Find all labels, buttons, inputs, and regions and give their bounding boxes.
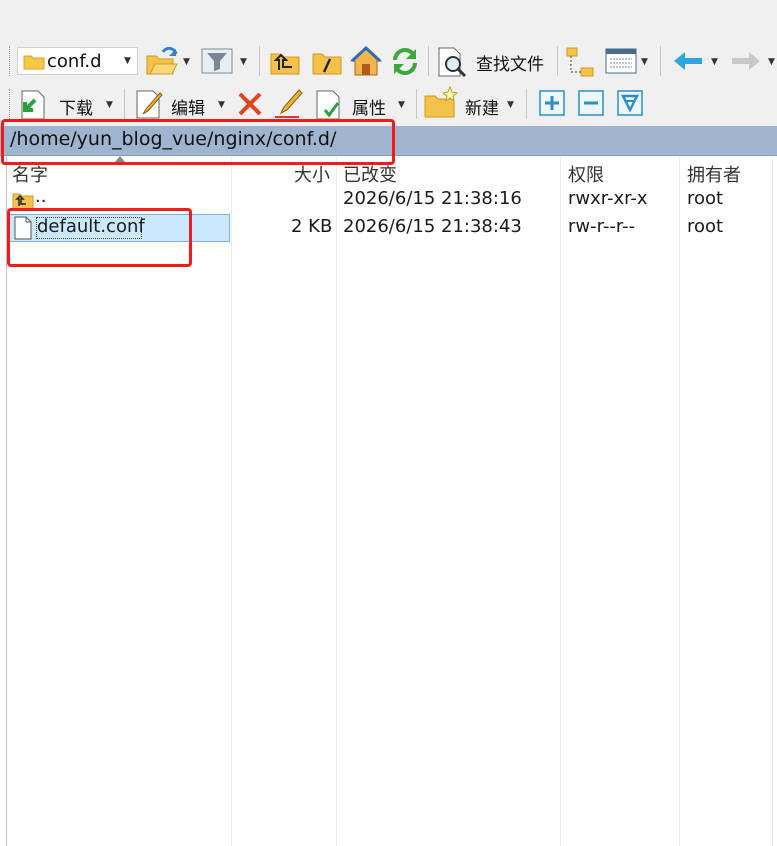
file-highlight-annotation [7, 208, 192, 267]
column-divider [679, 156, 680, 846]
column-divider [336, 156, 337, 846]
chevron-down-icon[interactable]: ▼ [711, 57, 718, 67]
chevron-down-icon[interactable]: ▼ [183, 57, 190, 67]
file-size: 2 KB [291, 216, 333, 237]
toolbar-separator [259, 46, 260, 76]
toolbar-separator [428, 46, 429, 76]
view-list-icon[interactable] [605, 48, 637, 74]
file-owner: root [687, 188, 724, 209]
edit-icon [136, 90, 163, 119]
toolbar-grip[interactable] [9, 89, 12, 119]
open-folder-refresh-icon[interactable] [145, 46, 179, 76]
toolbar-separator [557, 46, 558, 76]
download-icon [21, 90, 45, 120]
rename-icon[interactable] [272, 87, 304, 119]
edit-label: 编辑 [171, 99, 205, 119]
chevron-down-icon[interactable]: ▼ [240, 57, 247, 67]
refresh-icon[interactable] [389, 46, 421, 76]
parent-folder-icon [12, 193, 34, 210]
file-name: .. [35, 186, 47, 207]
find-files-icon [438, 47, 467, 78]
column-header-owner[interactable]: 拥有者 [687, 161, 741, 187]
edit-button[interactable]: 编辑 ▼ [134, 86, 230, 122]
column-header-permissions[interactable]: 权限 [568, 161, 604, 187]
download-label: 下载 [59, 99, 93, 119]
new-folder-icon [424, 86, 459, 118]
folder-combo[interactable]: conf.d ▼ [17, 47, 138, 75]
file-permissions: rwxr-xr-x [568, 188, 648, 209]
column-divider [772, 156, 773, 846]
download-button[interactable]: 下载 ▼ [17, 86, 117, 122]
properties-label: 属性 [352, 99, 386, 119]
column-divider [231, 156, 232, 846]
window-top-area [0, 0, 777, 40]
toolbar-separator [416, 89, 417, 119]
back-arrow-icon[interactable] [672, 50, 704, 72]
file-owner: root [687, 216, 724, 237]
directory-tree-icon[interactable] [565, 46, 597, 78]
chevron-down-icon[interactable]: ▼ [768, 57, 775, 67]
file-modified: 2026/6/15 21:38:43 [343, 216, 522, 237]
delete-icon[interactable] [236, 90, 264, 118]
select-invert-icon[interactable] [617, 90, 643, 116]
chevron-down-icon[interactable]: ▼ [106, 100, 113, 110]
file-permissions: rw-r--r-- [568, 216, 636, 237]
toolbar-grip[interactable] [9, 46, 12, 76]
column-divider [560, 156, 561, 846]
new-button[interactable]: 新建 ▼ [423, 86, 519, 122]
folder-combo-value: conf.d [47, 51, 102, 72]
toolbar-separator [660, 46, 661, 76]
home-directory-icon[interactable] [349, 45, 383, 77]
forward-arrow-icon[interactable] [730, 50, 762, 72]
toolbar-navigation: conf.d ▼ ▼ ▼ 查找文件 ▼ ▼ ▼ [0, 40, 777, 82]
toolbar-separator [124, 89, 125, 119]
folder-icon [23, 55, 45, 70]
chevron-down-icon[interactable]: ▼ [218, 100, 225, 110]
chevron-down-icon[interactable]: ▼ [641, 57, 648, 67]
new-label: 新建 [465, 99, 499, 119]
chevron-down-icon: ▼ [124, 56, 131, 66]
filter-icon[interactable] [201, 48, 233, 74]
select-add-icon[interactable] [539, 90, 565, 116]
parent-directory-icon[interactable] [270, 48, 300, 76]
chevron-down-icon[interactable]: ▼ [507, 100, 514, 110]
file-modified: 2026/6/15 21:38:16 [343, 188, 522, 209]
find-files-label: 查找文件 [476, 55, 544, 75]
select-remove-icon[interactable] [578, 90, 604, 116]
properties-icon [316, 90, 340, 120]
chevron-down-icon[interactable]: ▼ [398, 100, 405, 110]
path-highlight-annotation [1, 119, 395, 165]
root-directory-icon[interactable] [312, 48, 342, 76]
properties-button[interactable]: 属性 ▼ [314, 86, 410, 122]
toolbar-separator [526, 89, 527, 119]
find-files-button[interactable]: 查找文件 [436, 44, 552, 78]
